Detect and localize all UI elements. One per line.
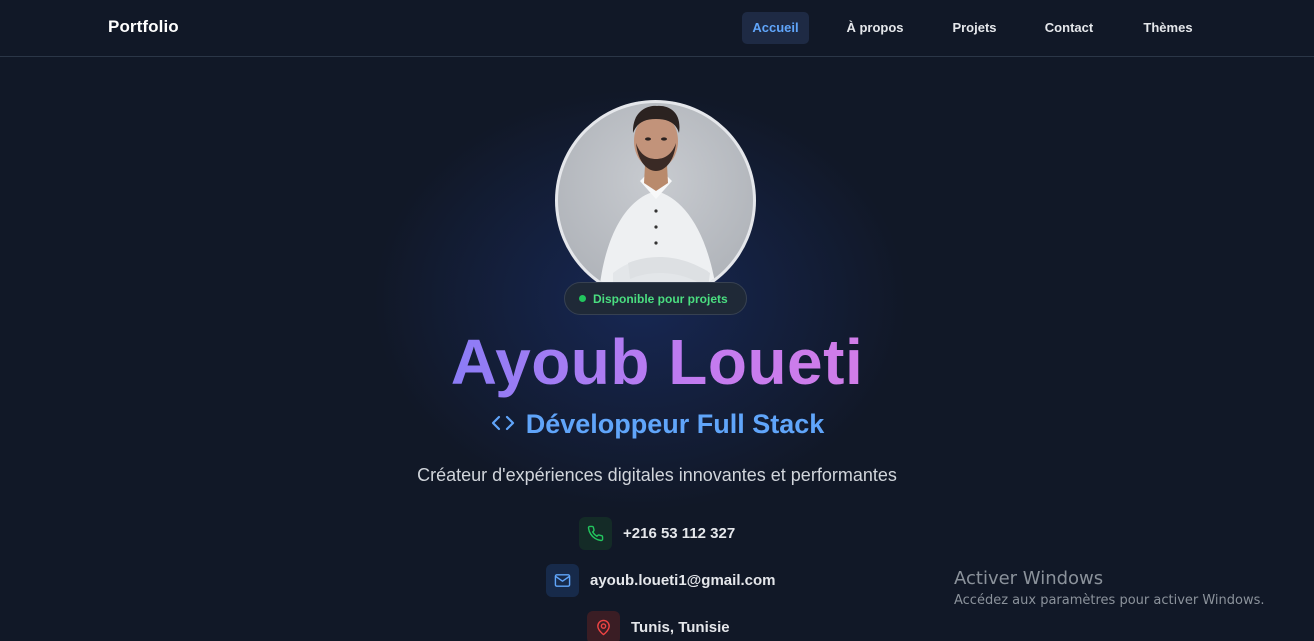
nav-link-a-propos[interactable]: À propos — [840, 12, 910, 44]
profile-photo-illustration — [598, 105, 718, 298]
contact-phone-text: +216 53 112 327 — [623, 525, 736, 542]
mail-icon — [546, 564, 579, 597]
nav-link-themes[interactable]: Thèmes — [1137, 12, 1199, 44]
code-icon — [490, 406, 516, 442]
nav-link-projets[interactable]: Projets — [946, 12, 1003, 44]
hero-name: Ayoub Loueti — [0, 322, 1314, 402]
status-dot-icon — [579, 295, 586, 302]
contact-location-text: Tunis, Tunisie — [631, 619, 730, 636]
watermark-title: Activer Windows — [954, 568, 1104, 589]
phone-icon — [579, 517, 612, 550]
hero-tagline: Créateur d'expériences digitales innovan… — [417, 465, 897, 485]
brand-logo[interactable]: Portfolio — [108, 17, 179, 37]
hero-name-text: Ayoub Loueti — [450, 326, 864, 398]
hero-role: Développeur Full Stack — [0, 406, 1314, 442]
portfolio-page: Portfolio Accueil À propos Projets Conta… — [0, 0, 1314, 641]
top-navbar: Portfolio Accueil À propos Projets Conta… — [0, 0, 1314, 57]
contact-phone[interactable]: +216 53 112 327 — [579, 517, 749, 550]
nav-link-contact[interactable]: Contact — [1039, 12, 1099, 44]
nav-link-accueil[interactable]: Accueil — [742, 12, 809, 44]
profile-photo — [558, 103, 753, 298]
contact-location: Tunis, Tunisie — [587, 611, 737, 641]
profile-photo-frame — [555, 100, 756, 301]
watermark-subtitle: Accédez aux paramètres pour activer Wind… — [954, 593, 1265, 608]
windows-activation-watermark: Activer Windows Accédez aux paramètres p… — [954, 568, 1265, 608]
contact-email-text: ayoub.loueti1@gmail.com — [590, 572, 776, 589]
availability-text: Disponible pour projets — [593, 292, 728, 306]
hero-role-text: Développeur Full Stack — [525, 409, 825, 439]
availability-badge: Disponible pour projets — [564, 282, 747, 315]
contact-email[interactable]: ayoub.loueti1@gmail.com — [546, 564, 776, 597]
map-pin-icon — [587, 611, 620, 641]
